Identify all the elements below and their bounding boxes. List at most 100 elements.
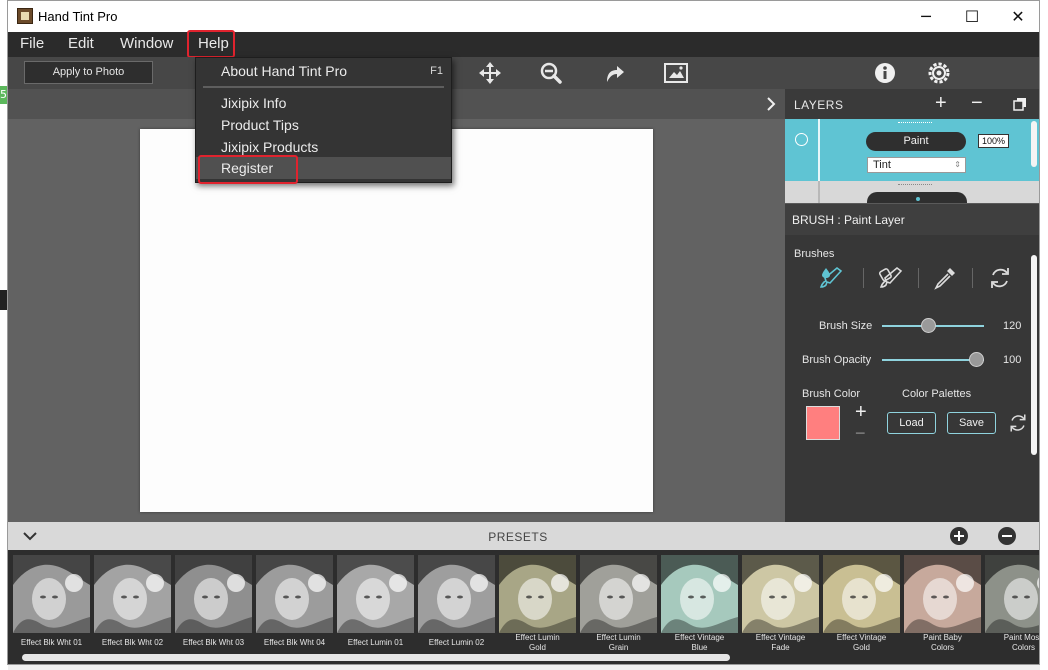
close-button[interactable]: ✕ bbox=[995, 1, 1039, 32]
add-preset-icon[interactable] bbox=[949, 526, 969, 546]
preset-thumbnail[interactable] bbox=[823, 555, 900, 633]
maximize-button[interactable]: ☐ bbox=[949, 1, 995, 32]
preset-caption-line2: Fade bbox=[771, 643, 790, 652]
add-color-button[interactable]: + bbox=[855, 401, 867, 424]
remove-layer-button[interactable]: − bbox=[971, 92, 983, 115]
brush-opacity-value: 100 bbox=[1003, 354, 1022, 366]
toolbar: Apply to Photo bbox=[8, 57, 1039, 89]
menu-edit[interactable]: Edit bbox=[68, 32, 94, 57]
preset-caption: Effect Blk Wht 01 bbox=[20, 638, 83, 647]
preset-caption: Effect Blk Wht 03 bbox=[182, 638, 245, 647]
layer-drag-handle[interactable] bbox=[898, 122, 932, 125]
layer-blend-mode-select[interactable]: Tint ⇕ bbox=[867, 157, 966, 173]
preset-thumbnail[interactable] bbox=[256, 555, 333, 633]
menu-item-jixipix-info[interactable]: Jixipix Info bbox=[196, 92, 451, 114]
portrait-thumbnail-image bbox=[904, 555, 981, 633]
brush-divider bbox=[863, 268, 864, 288]
preset-caption: Paint Moss bbox=[1003, 633, 1040, 642]
preset-caption-line2: Grain bbox=[608, 643, 629, 652]
brush-size-slider[interactable] bbox=[882, 316, 984, 336]
load-palette-button[interactable]: Load bbox=[887, 412, 936, 434]
preset-thumbnail[interactable] bbox=[499, 555, 576, 633]
portrait-thumbnail-image bbox=[418, 555, 495, 633]
preset-caption-line2: Blue bbox=[691, 643, 708, 652]
menu-item-product-tips-label: Product Tips bbox=[221, 117, 299, 133]
collapse-chevron-icon[interactable] bbox=[23, 531, 37, 541]
remove-preset-icon[interactable] bbox=[997, 526, 1017, 546]
redo-arrow-icon[interactable] bbox=[601, 61, 627, 85]
layers-scrollbar[interactable] bbox=[1031, 121, 1037, 167]
background-text-fragment: 5 bbox=[0, 88, 7, 101]
preset-thumbnail[interactable] bbox=[580, 555, 657, 633]
presets-title: PRESETS bbox=[488, 530, 548, 544]
info-icon[interactable] bbox=[872, 61, 898, 85]
settings-gear-icon[interactable] bbox=[926, 61, 952, 85]
brush-size-label: Brush Size bbox=[819, 320, 873, 332]
layer-drag-handle-2[interactable] bbox=[898, 184, 932, 187]
presets-header: PRESETS bbox=[8, 522, 1039, 550]
preset-caption: Effect Vintage bbox=[674, 633, 725, 642]
chevron-right-icon[interactable] bbox=[765, 97, 777, 111]
portrait-thumbnail-image bbox=[823, 555, 900, 633]
register-highlight-box bbox=[198, 155, 298, 184]
app-window: Hand Tint Pro ─ ☐ ✕ File Edit Window Hel… bbox=[7, 0, 1040, 665]
layer-divider bbox=[818, 119, 820, 181]
palette-cycle-icon[interactable] bbox=[1007, 412, 1029, 434]
layer-name-pill[interactable]: Paint bbox=[866, 132, 966, 151]
brush-opacity-knob[interactable] bbox=[969, 352, 984, 367]
menu-window[interactable]: Window bbox=[120, 32, 173, 57]
reset-cycle-icon[interactable] bbox=[987, 265, 1013, 291]
layers-title: LAYERS bbox=[794, 98, 844, 112]
preset-caption: Effect Vintage bbox=[755, 633, 806, 642]
eraser-brush-icon[interactable] bbox=[878, 265, 904, 291]
preset-thumbnail[interactable] bbox=[742, 555, 819, 633]
presets-scrollbar[interactable] bbox=[22, 654, 730, 661]
preset-thumbnail[interactable] bbox=[418, 555, 495, 633]
brush-opacity-slider[interactable] bbox=[882, 350, 984, 370]
photo-canvas[interactable] bbox=[140, 129, 653, 512]
brush-header-title: BRUSH : Paint Layer bbox=[792, 213, 905, 227]
eyedropper-icon[interactable] bbox=[932, 265, 958, 291]
menu-item-jixipix-info-label: Jixipix Info bbox=[221, 95, 287, 111]
portrait-thumbnail-image bbox=[175, 555, 252, 633]
brush-panel-scrollbar[interactable] bbox=[1031, 255, 1037, 455]
portrait-thumbnail-image bbox=[337, 555, 414, 633]
color-palettes-label: Color Palettes bbox=[902, 388, 972, 400]
minimize-button[interactable]: ─ bbox=[903, 1, 949, 32]
portrait-thumbnail-image bbox=[580, 555, 657, 633]
preset-thumbnail[interactable] bbox=[985, 555, 1039, 633]
photo-frame-icon[interactable] bbox=[663, 61, 689, 85]
layer-row-paint[interactable]: Paint 100% Tint ⇕ bbox=[785, 119, 1039, 181]
brush-size-knob[interactable] bbox=[921, 318, 937, 333]
preset-thumbnail[interactable] bbox=[661, 555, 738, 633]
zoom-out-icon[interactable] bbox=[538, 61, 564, 85]
paint-brush-icon[interactable] bbox=[818, 265, 844, 291]
preset-thumbnail[interactable] bbox=[13, 555, 90, 633]
brushes-label: Brushes bbox=[794, 248, 835, 260]
presets-strip: Effect Blk Wht 01 Effect Blk Wht 02 Effect… bbox=[8, 550, 1040, 664]
layer-row-next[interactable] bbox=[785, 181, 1039, 203]
remove-color-button[interactable]: − bbox=[855, 423, 866, 444]
menu-item-product-tips[interactable]: Product Tips bbox=[196, 114, 451, 136]
duplicate-layer-icon[interactable] bbox=[1013, 97, 1027, 111]
preset-thumbnail[interactable] bbox=[337, 555, 414, 633]
portrait-thumbnail-image bbox=[985, 555, 1039, 633]
layer-visibility-radio[interactable] bbox=[795, 133, 808, 146]
menu-bar: File Edit Window Help bbox=[8, 30, 1039, 58]
move-icon[interactable] bbox=[477, 61, 503, 85]
preset-thumbnail[interactable] bbox=[175, 555, 252, 633]
apply-to-photo-button[interactable]: Apply to Photo bbox=[24, 61, 153, 84]
brush-color-swatch[interactable] bbox=[806, 406, 840, 440]
menu-item-about[interactable]: About Hand Tint Pro F1 bbox=[196, 60, 451, 82]
layer-opacity-value[interactable]: 100% bbox=[978, 134, 1009, 148]
menu-item-about-label: About Hand Tint Pro bbox=[221, 63, 348, 79]
layer-divider-2 bbox=[818, 181, 820, 203]
menu-file[interactable]: File bbox=[20, 32, 44, 57]
add-layer-button[interactable]: + bbox=[935, 92, 947, 115]
preset-thumbnail[interactable] bbox=[904, 555, 981, 633]
save-palette-button[interactable]: Save bbox=[947, 412, 996, 434]
select-arrows-icon: ⇕ bbox=[954, 160, 961, 169]
preset-thumbnail[interactable] bbox=[94, 555, 171, 633]
preset-caption: Effect Blk Wht 02 bbox=[101, 638, 164, 647]
portrait-thumbnail-image bbox=[256, 555, 333, 633]
